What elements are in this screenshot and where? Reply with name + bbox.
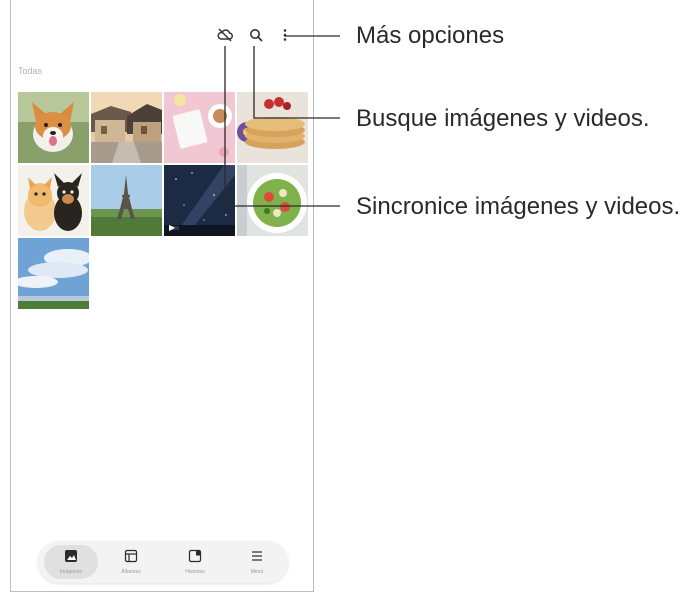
callout-more-options: Más opciones [356, 22, 505, 49]
leader-sync [224, 46, 340, 207]
callout-sync: Sincronice imágenes y videos. [356, 193, 681, 220]
callout-leader-lines [224, 35, 340, 207]
leader-search [253, 46, 340, 119]
callout-search: Busque imágenes y videos. [356, 105, 650, 132]
